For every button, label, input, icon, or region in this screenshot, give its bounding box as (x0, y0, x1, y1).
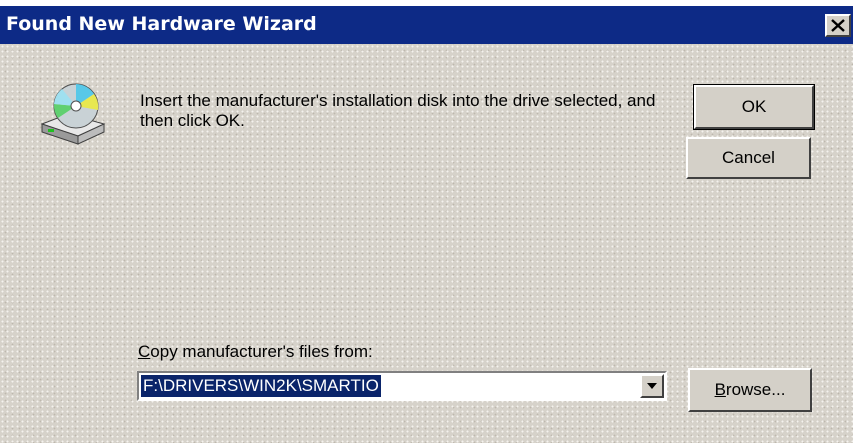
cancel-label: Cancel (722, 148, 775, 167)
close-icon (831, 19, 845, 32)
copy-from-path[interactable]: F:\DRIVERS\WIN2K\SMARTIO (141, 375, 381, 397)
ok-label: OK (741, 97, 767, 116)
install-disk-icon (38, 80, 108, 150)
browse-button[interactable]: Browse... (688, 368, 812, 412)
found-new-hardware-dialog: Found New Hardware Wizard Insert the man… (0, 0, 853, 443)
cancel-button[interactable]: Cancel (686, 137, 811, 179)
copy-label-mnemonic: C (138, 342, 151, 361)
window-title: Found New Hardware Wizard (6, 13, 317, 35)
instruction-text: Insert the manufacturer's installation d… (140, 91, 656, 130)
close-button[interactable] (825, 14, 851, 37)
dialog-body: Insert the manufacturer's installation d… (0, 44, 853, 443)
browse-label: rowse... (725, 380, 786, 399)
dropdown-arrow-icon (647, 383, 657, 389)
copy-from-combobox[interactable]: F:\DRIVERS\WIN2K\SMARTIO (137, 371, 667, 401)
copy-label-text: opy manufacturer's files from: (150, 342, 373, 361)
title-bar[interactable]: Found New Hardware Wizard (0, 6, 853, 44)
dropdown-button[interactable] (640, 374, 664, 398)
browse-mnemonic: B (714, 380, 726, 399)
ok-button[interactable]: OK (693, 84, 815, 130)
copy-from-label: Copy manufacturer's files from: (138, 342, 373, 362)
